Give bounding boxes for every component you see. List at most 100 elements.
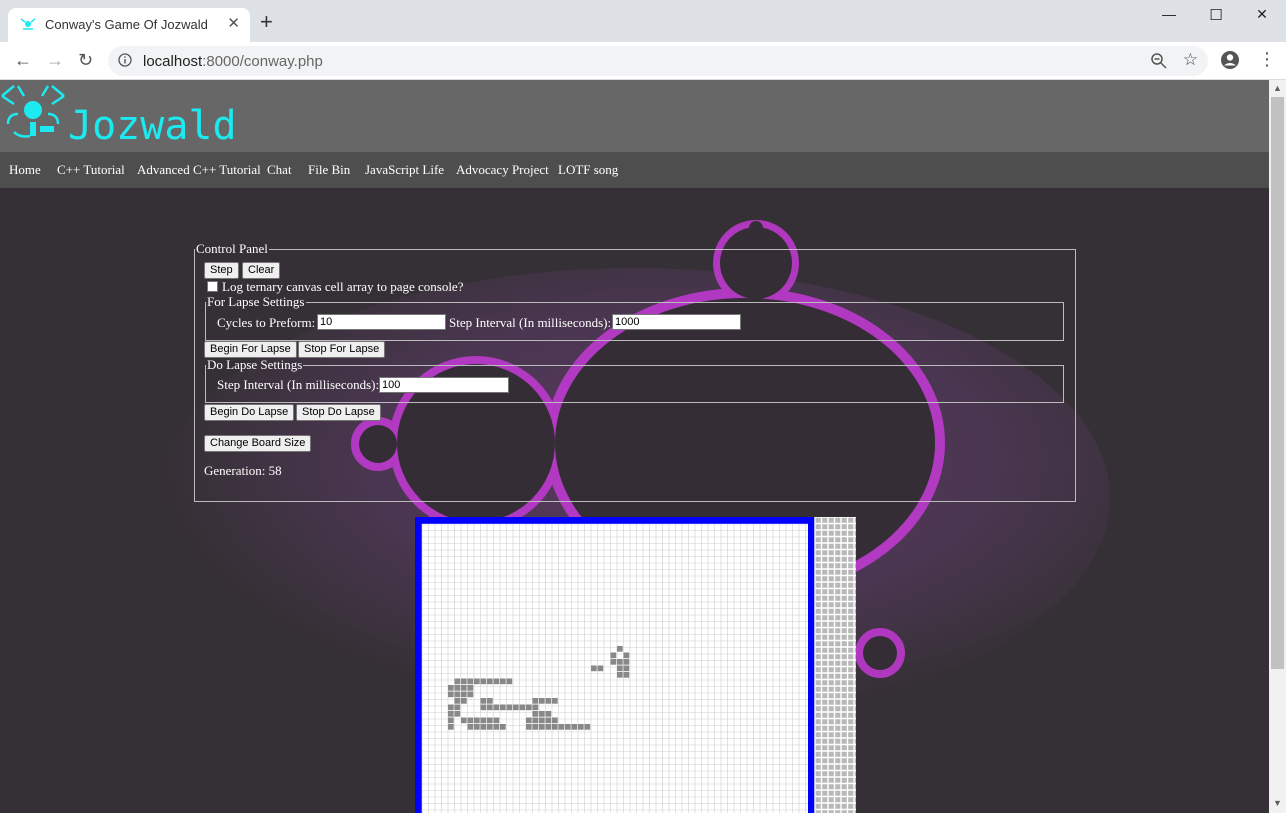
close-tab-icon[interactable]: ✕ — [227, 16, 240, 32]
live-cell — [454, 711, 461, 717]
do-interval-input[interactable]: 100 — [379, 377, 509, 393]
live-cell — [526, 717, 532, 724]
maximize-button[interactable]: ☐ — [1196, 6, 1236, 26]
begin-for-lapse-button[interactable]: Begin For Lapse — [204, 341, 297, 358]
begin-do-lapse-button[interactable]: Begin Do Lapse — [204, 404, 295, 421]
live-cell — [610, 659, 617, 665]
minimize-button[interactable]: — — [1149, 6, 1189, 26]
nav-advanced-cpp[interactable]: Advanced C++ Tutorial — [137, 162, 261, 178]
forward-arrow-icon[interactable]: → — [46, 50, 64, 70]
browser-tab[interactable]: Conway's Game Of Jozwald ✕ — [8, 8, 250, 42]
generation-counter: Generation: 58 — [204, 463, 282, 478]
nav-lotf-song[interactable]: LOTF song — [558, 162, 618, 178]
back-arrow-icon[interactable]: ← — [14, 50, 32, 70]
live-cell — [610, 652, 617, 659]
reload-icon[interactable]: ↻ — [78, 50, 93, 70]
live-cell — [552, 717, 558, 724]
live-cell — [454, 704, 461, 711]
live-cell — [552, 698, 558, 704]
live-cell — [532, 704, 539, 711]
live-cell — [565, 724, 571, 730]
live-cell — [539, 717, 545, 724]
live-cell — [532, 698, 539, 704]
live-cell — [623, 652, 630, 659]
bookmark-star-icon[interactable]: ☆ — [1183, 50, 1198, 70]
live-cell — [539, 698, 545, 704]
scroll-up-arrow-icon[interactable]: ▲ — [1273, 83, 1282, 93]
tab-strip: Conway's Game Of Jozwald ✕ + — ☐ ✕ — [0, 0, 1286, 42]
stop-do-lapse-button[interactable]: Stop Do Lapse — [296, 404, 381, 421]
live-cell — [487, 704, 493, 711]
live-cell — [597, 665, 604, 672]
live-cell — [487, 698, 493, 704]
board-inner — [422, 524, 808, 813]
browser-menu-icon[interactable]: ⋮ — [1258, 50, 1276, 68]
do-interval-label: Step Interval (In milliseconds): — [217, 377, 380, 392]
nav-chat[interactable]: Chat — [267, 162, 292, 178]
live-cell — [539, 711, 545, 717]
live-cell — [493, 678, 500, 685]
live-cell — [578, 724, 584, 730]
live-cell — [500, 724, 506, 730]
live-cell — [617, 646, 623, 652]
nav-advocacy-project[interactable]: Advocacy Project — [456, 162, 549, 178]
live-cell — [493, 717, 500, 724]
live-cell — [493, 704, 500, 711]
for-interval-input[interactable]: 1000 — [612, 314, 741, 330]
nav-home[interactable]: Home — [9, 162, 41, 178]
profile-icon[interactable] — [1220, 50, 1240, 70]
live-cell — [526, 704, 532, 711]
log-array-checkbox[interactable] — [207, 281, 218, 292]
nav-file-bin[interactable]: File Bin — [308, 162, 350, 178]
control-panel-legend: Control Panel — [196, 241, 268, 256]
live-cell — [545, 724, 552, 730]
page-scrollbar[interactable]: ▲ ▼ — [1269, 80, 1286, 813]
cycles-input[interactable]: 10 — [317, 314, 446, 330]
live-cell — [474, 724, 480, 730]
live-cell — [545, 711, 552, 717]
live-cell — [467, 678, 474, 685]
live-cell — [487, 724, 493, 730]
live-cell — [558, 724, 565, 730]
nav-cpp-tutorial[interactable]: C++ Tutorial — [57, 162, 125, 178]
live-cell — [500, 704, 506, 711]
for-interval-label: Step Interval (In milliseconds): — [449, 315, 612, 330]
live-cell — [552, 724, 558, 730]
stop-for-lapse-button[interactable]: Stop For Lapse — [298, 341, 386, 358]
scroll-thumb[interactable] — [1271, 97, 1284, 669]
new-tab-button[interactable]: + — [260, 11, 273, 33]
live-cell — [487, 678, 493, 685]
live-cell — [623, 665, 630, 672]
live-cell — [487, 717, 493, 724]
change-board-size-button[interactable]: Change Board Size — [204, 435, 312, 452]
live-cell — [623, 672, 630, 678]
log-checkbox-label: Log ternary canvas cell array to page co… — [222, 279, 464, 294]
nav-javascript-life[interactable]: JavaScript Life — [365, 162, 444, 178]
step-button[interactable]: Step — [204, 262, 239, 279]
live-cell — [448, 717, 454, 724]
live-cell — [526, 724, 532, 730]
live-cell — [519, 704, 526, 711]
live-cell — [480, 698, 487, 704]
live-cell — [454, 698, 461, 704]
address-bar[interactable]: localhost:8000/conway.php ☆ — [108, 46, 1208, 76]
live-cell — [532, 717, 539, 724]
game-of-life-board[interactable] — [415, 517, 856, 813]
live-cell — [467, 685, 474, 691]
clear-button[interactable]: Clear — [242, 262, 281, 279]
live-cell — [454, 685, 461, 691]
live-cell — [545, 717, 552, 724]
site-info-icon[interactable] — [118, 53, 132, 67]
scroll-down-arrow-icon[interactable]: ▼ — [1273, 798, 1282, 808]
close-window-button[interactable]: ✕ — [1242, 6, 1282, 26]
for-lapse-legend: For Lapse Settings — [207, 294, 305, 309]
live-cell — [506, 704, 513, 711]
url-text: localhost:8000/conway.php — [143, 53, 323, 70]
live-cell — [461, 685, 467, 691]
live-cell — [545, 698, 552, 704]
live-cell — [532, 724, 539, 730]
site-nav: Home C++ Tutorial Advanced C++ Tutorial … — [0, 152, 1269, 188]
live-cell — [454, 691, 461, 698]
zoom-icon[interactable] — [1150, 52, 1168, 70]
do-lapse-legend: Do Lapse Settings — [207, 357, 303, 372]
